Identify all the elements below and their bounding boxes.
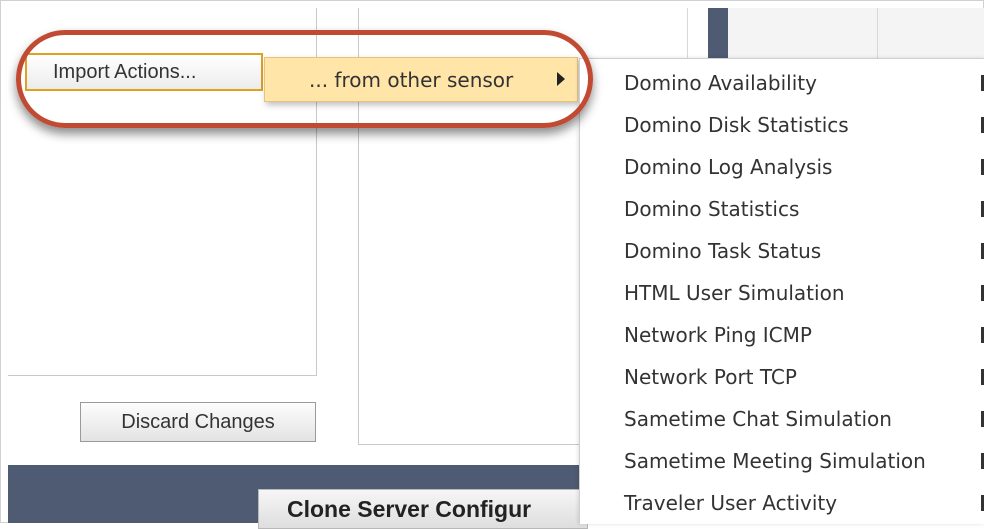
caret-right-icon (557, 72, 565, 86)
sensor-menu-item[interactable]: Traveler User Activity (580, 485, 984, 521)
from-other-sensor-label: ... from other sensor (309, 67, 514, 92)
sensor-menu-item-label: Domino Log Analysis (624, 155, 833, 179)
discard-changes-button[interactable]: Discard Changes (80, 402, 316, 442)
sensor-menu-item-label: Domino Statistics (624, 197, 800, 221)
sensor-menu-item-label: Domino Disk Statistics (624, 113, 849, 137)
sensor-menu-item-label: Domino Availability (624, 71, 817, 95)
sensor-menu-item-label: Domino Task Status (624, 239, 822, 263)
sensor-menu-item-label: Network Port TCP (624, 365, 797, 389)
sensor-menu-item[interactable]: Domino Availability (580, 65, 984, 101)
sensor-menu-item-label: Traveler User Activity (624, 491, 838, 515)
sensor-menu-item-label: Sametime Meeting Simulation (624, 449, 926, 473)
sensor-menu-item[interactable]: Network Ping ICMP (580, 317, 984, 353)
sensor-menu-item[interactable]: Sametime Chat Simulation (580, 401, 984, 437)
clone-server-configuration-button[interactable]: Clone Server Configur (258, 489, 588, 529)
sensor-menu-item[interactable]: HTML User Simulation (580, 275, 984, 311)
sensor-menu-item[interactable]: Network Port TCP (580, 359, 984, 395)
sensor-menu-item[interactable]: Domino Disk Statistics (580, 107, 984, 143)
sensor-menu-item[interactable]: Domino Task Status (580, 233, 984, 269)
sensor-dropdown-menu: Domino Availability Domino Disk Statisti… (579, 58, 984, 524)
sensor-menu-item[interactable]: Sametime Meeting Simulation (580, 443, 984, 479)
sensor-menu-item-label: Network Ping ICMP (624, 323, 812, 347)
sensor-menu-item-label: Sametime Chat Simulation (624, 407, 892, 431)
right-header (728, 8, 984, 59)
sensor-menu-item[interactable]: Domino Statistics (580, 191, 984, 227)
sensor-menu-item[interactable]: Domino Log Analysis (580, 149, 984, 185)
sensor-menu-item-label: HTML User Simulation (624, 281, 845, 305)
from-other-sensor-menu-item[interactable]: ... from other sensor (264, 57, 578, 102)
column-divider (877, 8, 878, 58)
import-actions-button[interactable]: Import Actions... (25, 53, 263, 91)
